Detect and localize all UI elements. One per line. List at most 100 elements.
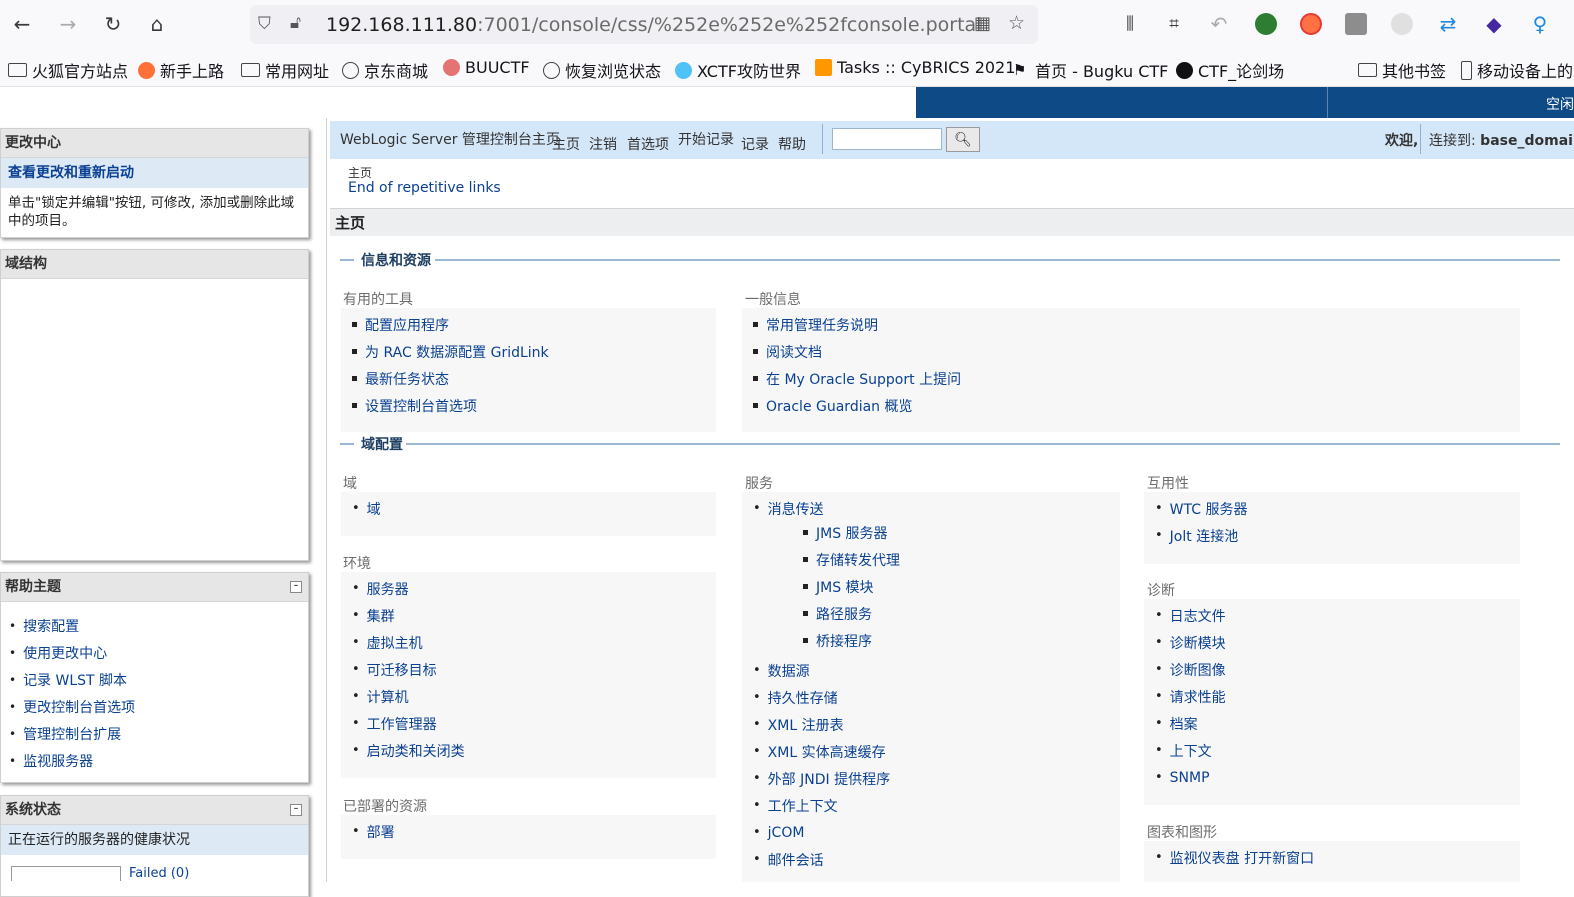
skip-link[interactable]: End of repetitive links <box>348 180 501 196</box>
bookmark-item[interactable]: 常用网址 <box>241 58 329 82</box>
messaging-sub-link[interactable]: JMS 模块 <box>803 573 900 600</box>
bookmark-item[interactable]: 京东商城 <box>342 58 428 82</box>
extension-green-icon[interactable] <box>1255 13 1277 35</box>
environment-list: 服务器 集群 虚拟主机 可迁移目标 计算机 工作管理器 启动类和关闭类 <box>352 575 465 764</box>
general-info-link[interactable]: Oracle Guardian 概览 <box>753 392 961 419</box>
service-link[interactable]: 持久性存储 <box>753 684 890 711</box>
help-topic-item[interactable]: 管理控制台扩展 <box>9 720 308 747</box>
environment-link[interactable]: 虚拟主机 <box>352 629 465 656</box>
domain-name: base_domain <box>1480 133 1574 149</box>
service-link[interactable]: XML 实体高速缓存 <box>753 738 890 765</box>
diagnostics-link[interactable]: 诊断图像 <box>1155 656 1226 683</box>
diagnostics-link[interactable]: 请求性能 <box>1155 683 1226 710</box>
extension-circle-icon[interactable] <box>1391 13 1413 35</box>
bookmark-item[interactable]: 火狐官方站点 <box>8 58 128 82</box>
help-topic-item[interactable]: 监视服务器 <box>9 747 308 774</box>
general-info-link[interactable]: 阅读文档 <box>753 338 961 365</box>
service-link[interactable]: XML 注册表 <box>753 711 890 738</box>
sync-icon[interactable]: ⇄ <box>1434 10 1462 38</box>
service-link[interactable]: jCOM <box>753 819 890 846</box>
search-button[interactable]: 🔍︎ <box>946 127 980 152</box>
help-topic-item[interactable]: 记录 WLST 脚本 <box>9 666 308 693</box>
service-link[interactable]: 外部 JNDI 提供程序 <box>753 765 890 792</box>
useful-tool-link[interactable]: 最新任务状态 <box>352 365 549 392</box>
help-topic-item[interactable]: 更改控制台首选项 <box>9 693 308 720</box>
interop-link[interactable]: Jolt 连接池 <box>1155 522 1247 549</box>
bookmark-item[interactable]: BUUCTF <box>443 58 530 77</box>
collapse-icon[interactable]: – <box>290 581 302 593</box>
diagnostics-link[interactable]: 日志文件 <box>1155 602 1226 629</box>
extension-pin-icon[interactable]: ♀ <box>1526 10 1554 38</box>
messaging-sub-link[interactable]: JMS 服务器 <box>803 519 900 546</box>
extension-block-icon[interactable] <box>1300 13 1322 35</box>
help-topic-item[interactable]: 使用更改中心 <box>9 639 308 666</box>
extension-diamond-icon[interactable]: ◆ <box>1480 10 1508 38</box>
help-topic-item[interactable]: 搜索配置 <box>9 612 308 639</box>
home-icon[interactable]: ⌂ <box>143 10 171 38</box>
bookmark-item[interactable]: 恢复浏览状态 <box>543 58 661 82</box>
nav-home[interactable]: 主页 <box>552 134 580 154</box>
nav-start-recording[interactable]: 开始记录 <box>678 129 734 149</box>
environment-link[interactable]: 计算机 <box>352 683 465 710</box>
change-center-desc: 单击"锁定并编辑"按钮, 可修改, 添加或删除此域中的项目。 <box>8 195 295 229</box>
general-info-link[interactable]: 常用管理任务说明 <box>753 311 961 338</box>
deployment-link[interactable]: 部署 <box>352 818 395 845</box>
service-link[interactable]: 邮件会话 <box>753 846 890 873</box>
nav-divider <box>1420 124 1421 154</box>
screenshot-icon[interactable]: ⌗ <box>1160 10 1188 38</box>
undo-icon[interactable]: ↶ <box>1205 10 1233 38</box>
diagnostics-link[interactable]: SNMP <box>1155 764 1226 791</box>
url-text[interactable]: 192.168.111.80:7001/console/css/%252e%25… <box>326 14 981 36</box>
failed-link[interactable]: Failed (0) <box>129 866 189 881</box>
reload-icon[interactable]: ↻ <box>99 10 127 38</box>
library-icon[interactable]: ⫼ <box>1116 10 1144 38</box>
useful-tools-title: 有用的工具 <box>343 292 413 308</box>
bookmark-item[interactable]: CTF_论剑场 <box>1176 58 1284 82</box>
domain-link[interactable]: 域 <box>352 495 381 522</box>
environment-link[interactable]: 可迁移目标 <box>352 656 465 683</box>
useful-tool-link[interactable]: 为 RAC 数据源配置 GridLink <box>352 338 549 365</box>
mobile-bookmarks[interactable]: 移动设备上的 <box>1461 58 1573 82</box>
bookmark-star-icon[interactable]: ☆ <box>1008 12 1025 34</box>
dashboard-link[interactable]: 监视仪表盘 打开新窗口 <box>1155 844 1314 871</box>
nav-logout[interactable]: 注销 <box>589 134 617 154</box>
shield-icon[interactable]: ⛉ <box>258 14 271 34</box>
environment-link[interactable]: 工作管理器 <box>352 710 465 737</box>
messaging-sub-link[interactable]: 路径服务 <box>803 600 900 627</box>
messaging-sub-link[interactable]: 存储转发代理 <box>803 546 900 573</box>
nav-help[interactable]: 帮助 <box>778 134 806 154</box>
service-link[interactable]: 工作上下文 <box>753 792 890 819</box>
general-info-link[interactable]: 在 My Oracle Support 上提问 <box>753 365 961 392</box>
bookmark-item[interactable]: ⚑ 首页 - Bugku CTF <box>1013 58 1168 82</box>
diagnostics-link[interactable]: 上下文 <box>1155 737 1226 764</box>
nav-record[interactable]: 记录 <box>741 134 769 154</box>
view-changes-link[interactable]: 查看更改和重新启动 <box>8 165 134 181</box>
connected-prefix: 连接到: <box>1429 133 1481 149</box>
address-bar[interactable]: ⛉ 🔓︎ 192.168.111.80:7001/console/css/%25… <box>250 5 1038 44</box>
collapse-icon[interactable]: – <box>290 804 302 816</box>
diagnostics-link[interactable]: 档案 <box>1155 710 1226 737</box>
other-bookmarks[interactable]: 其他书签 <box>1358 58 1446 82</box>
panel-title: 更改中心 <box>1 129 308 158</box>
extension-gray-icon[interactable] <box>1345 13 1367 35</box>
qr-code-icon[interactable]: ▦ <box>974 13 991 34</box>
bookmark-item[interactable]: Tasks :: CyBRICS 2021 <box>815 58 1015 77</box>
useful-tool-link[interactable]: 配置应用程序 <box>352 311 549 338</box>
nav-preferences[interactable]: 首选项 <box>627 134 669 154</box>
search-input[interactable] <box>832 128 942 150</box>
service-link[interactable]: 数据源 <box>753 657 890 684</box>
bookmark-item[interactable]: 新手上路 <box>138 58 224 82</box>
environment-link[interactable]: 服务器 <box>352 575 465 602</box>
insecure-lock-icon[interactable]: 🔓︎ <box>290 13 301 33</box>
messaging-link[interactable]: 消息传送 <box>753 495 824 522</box>
forward-icon[interactable]: → <box>54 10 82 38</box>
useful-tool-link[interactable]: 设置控制台首选项 <box>352 392 549 419</box>
messaging-sub-link[interactable]: 桥接程序 <box>803 627 900 654</box>
nav-console-home[interactable]: WebLogic Server 管理控制台主页 <box>340 129 560 149</box>
diagnostics-link[interactable]: 诊断模块 <box>1155 629 1226 656</box>
environment-link[interactable]: 集群 <box>352 602 465 629</box>
environment-link[interactable]: 启动类和关闭类 <box>352 737 465 764</box>
back-icon[interactable]: ← <box>8 10 36 38</box>
interop-link[interactable]: WTC 服务器 <box>1155 495 1248 522</box>
bookmark-item[interactable]: XCTF攻防世界 <box>675 58 801 82</box>
